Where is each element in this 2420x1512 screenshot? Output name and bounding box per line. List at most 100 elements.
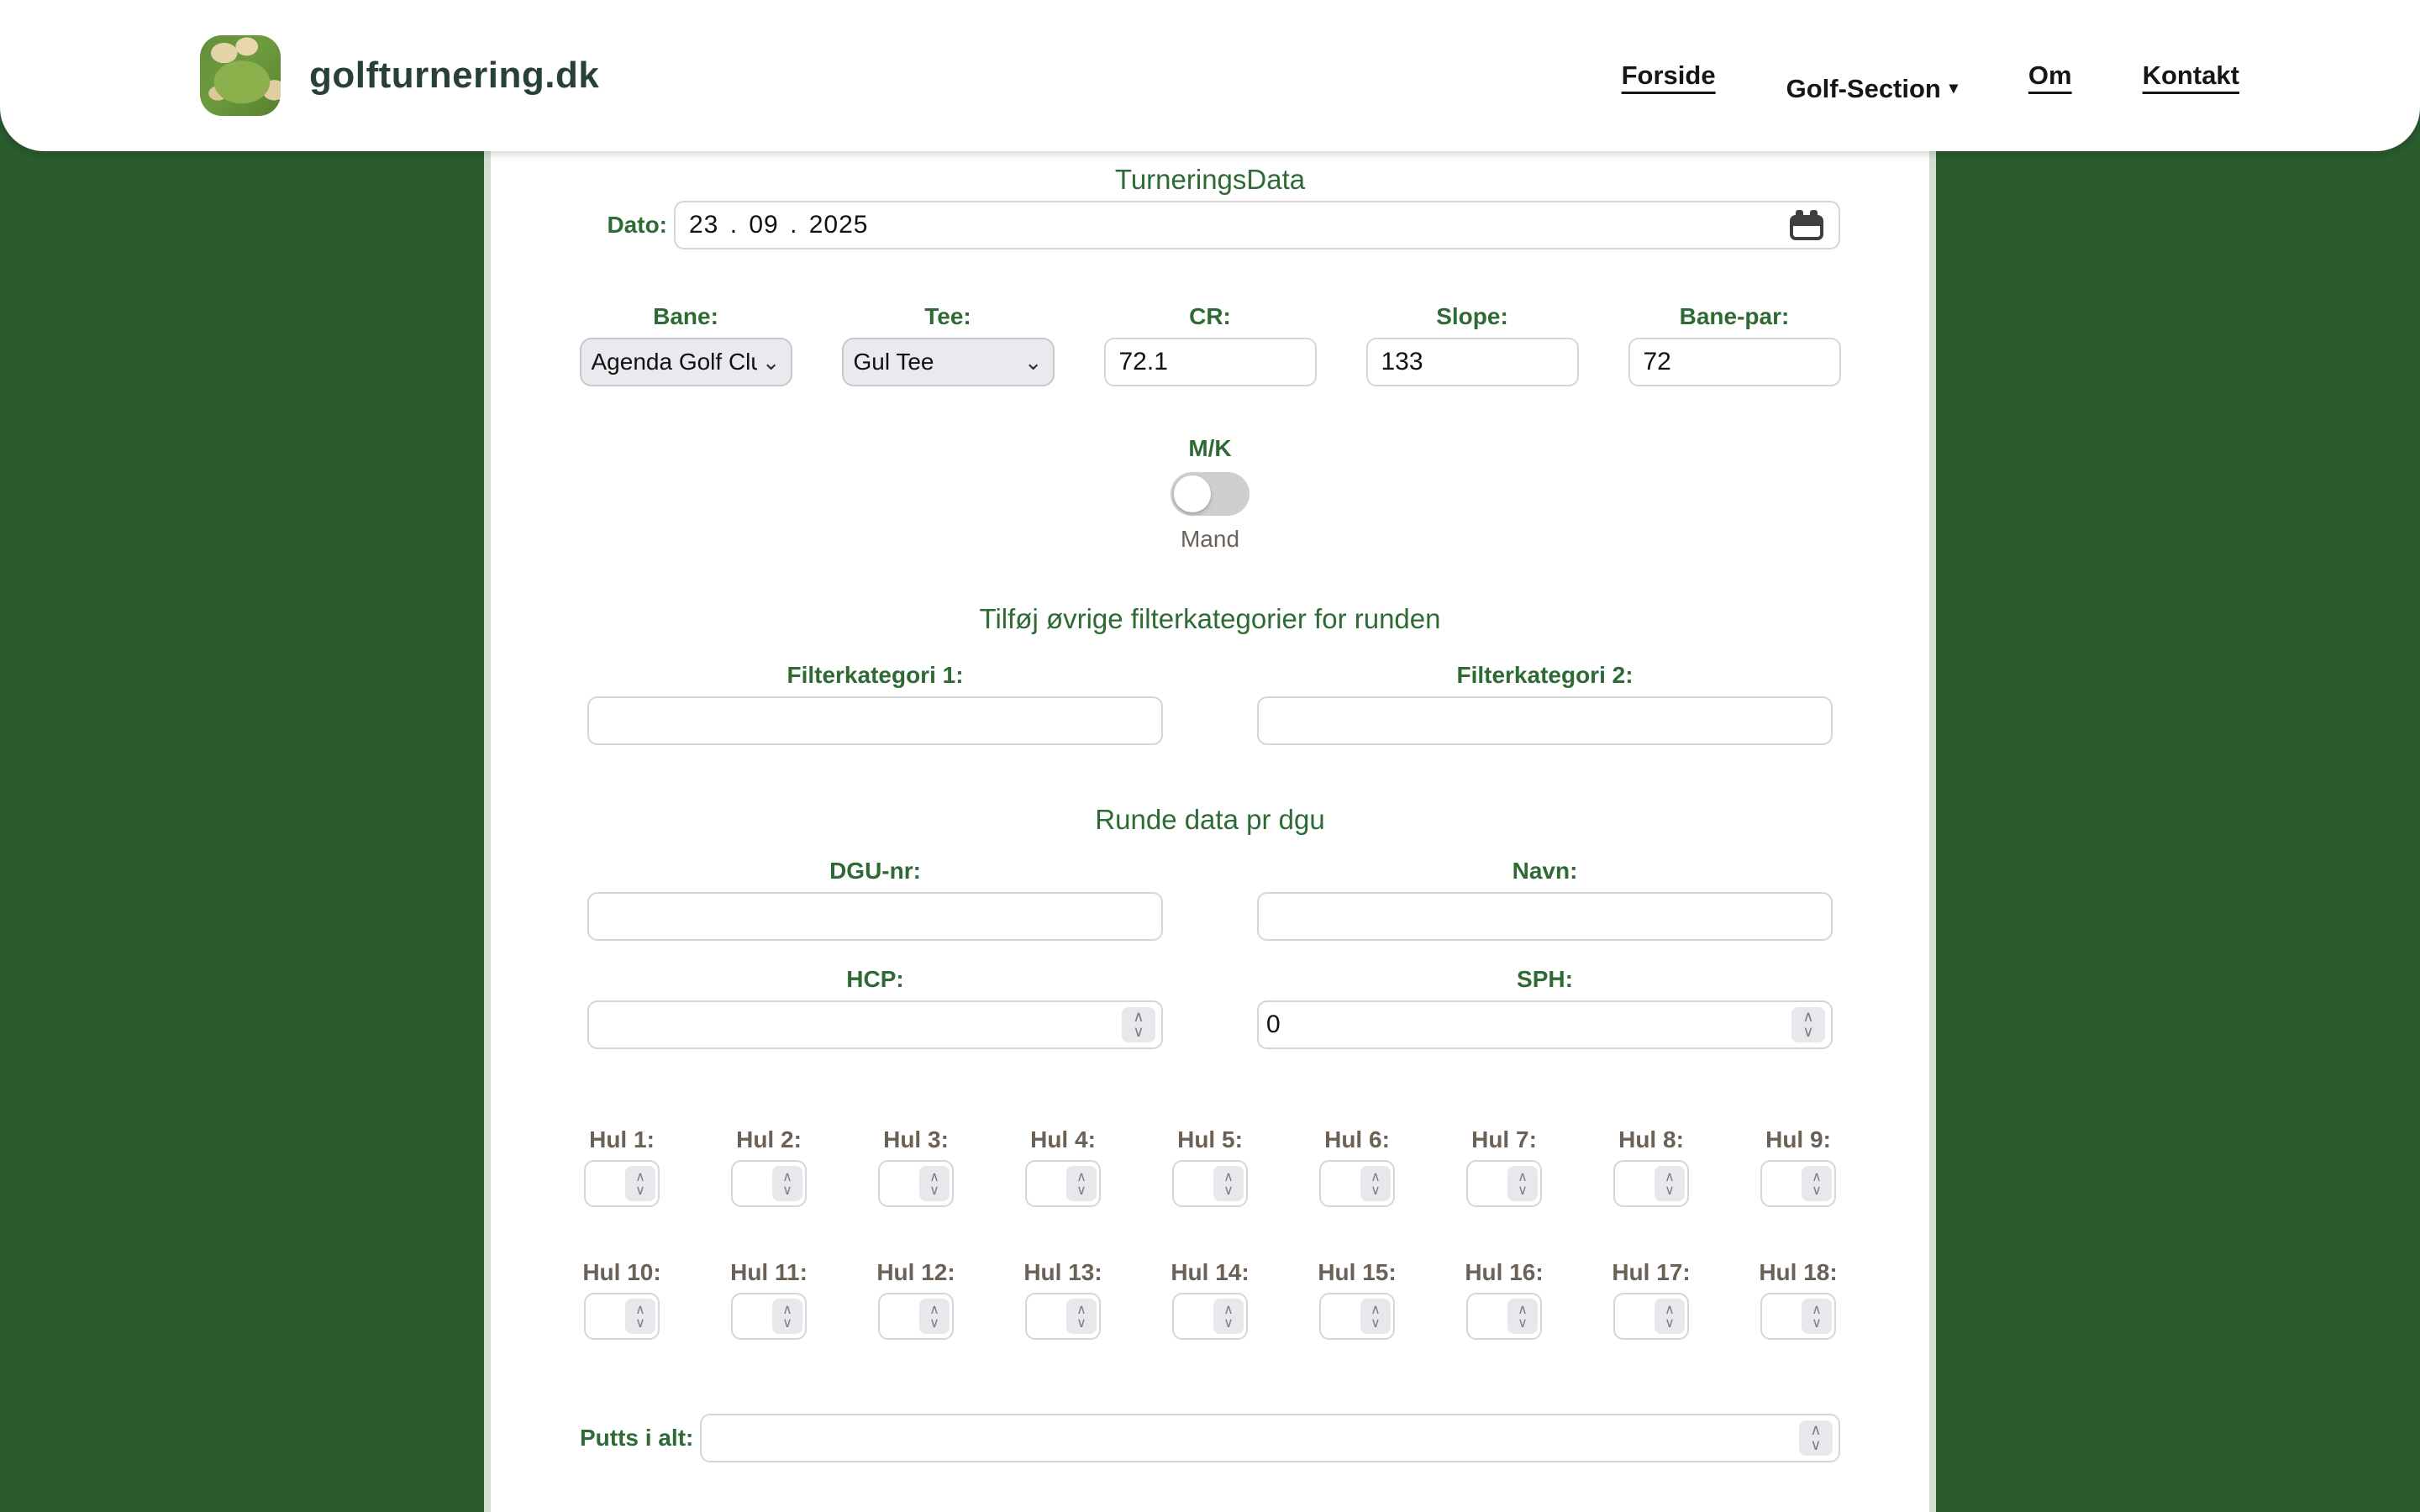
putts-label: Putts i alt: [580, 1425, 694, 1451]
filter1-label: Filterkategori 1: [786, 662, 964, 688]
filter-row: Filterkategori 1: Filterkategori 2: [580, 662, 1840, 745]
main-nav: Forside Golf-Section ▾ Om Kontakt [1622, 60, 2239, 103]
hul-11-label: Hul 11: [730, 1259, 808, 1285]
stepper-icon[interactable]: ∧ ∨ [772, 1299, 802, 1334]
dgu-label: DGU-nr: [829, 858, 921, 884]
filter1-input[interactable] [587, 696, 1163, 745]
hul-3-label: Hul 3: [883, 1126, 949, 1152]
hul-16-label: Hul 16: [1465, 1259, 1544, 1285]
stepper-icon[interactable]: ∧ ∨ [1213, 1299, 1244, 1334]
stepper-icon[interactable]: ∧ ∨ [1360, 1299, 1391, 1334]
bane-select[interactable]: Agenda Golf Club ⌄ [579, 338, 792, 386]
banepar-label: Bane-par: [1679, 303, 1790, 329]
hul-13-label: Hul 13: [1023, 1259, 1102, 1285]
stepper-icon[interactable]: ∧ ∨ [1360, 1166, 1391, 1201]
nav-om[interactable]: Om [2028, 60, 2072, 91]
stepper-icon[interactable]: ∧ ∨ [1655, 1299, 1685, 1334]
chevron-down-icon: ▾ [1949, 78, 1958, 97]
nav-kontakt[interactable]: Kontakt [2143, 60, 2239, 91]
hul-6-label: Hul 6: [1324, 1126, 1390, 1152]
stepper-icon[interactable]: ∧ ∨ [1791, 1007, 1825, 1042]
navn-input[interactable] [1257, 892, 1833, 941]
hul-1-label: Hul 1: [589, 1126, 655, 1152]
stepper-icon[interactable]: ∧ ∨ [1066, 1299, 1097, 1334]
stepper-icon[interactable]: ∧ ∨ [1802, 1299, 1832, 1334]
bane-select-value: Agenda Golf Club [591, 349, 757, 375]
course-data-row: Bane: Agenda Golf Club ⌄ Tee: Gul Tee ⌄ … [579, 303, 1841, 386]
stepper-icon[interactable]: ∧ ∨ [919, 1166, 950, 1201]
stepper-icon[interactable]: ∧ ∨ [1213, 1166, 1244, 1201]
slope-input[interactable] [1365, 338, 1579, 386]
stepper-icon[interactable]: ∧ ∨ [1802, 1166, 1832, 1201]
dgu-input[interactable] [587, 892, 1163, 941]
stepper-icon[interactable]: ∧ ∨ [772, 1166, 802, 1201]
cr-input[interactable] [1103, 338, 1317, 386]
sph-input[interactable] [1257, 1000, 1833, 1049]
putts-row: Putts i alt: ∧ ∨ [580, 1414, 1840, 1462]
mk-label: M/K [1188, 435, 1232, 461]
stepper-icon[interactable]: ∧ ∨ [1066, 1166, 1097, 1201]
navn-label: Navn: [1512, 858, 1578, 884]
stepper-down-icon[interactable]: ∨ [1802, 1024, 1813, 1040]
stepper-icon[interactable]: ∧ ∨ [625, 1166, 655, 1201]
stepper-icon[interactable]: ∧ ∨ [919, 1299, 950, 1334]
nav-golf-section-label: Golf-Section [1786, 74, 1941, 103]
hcp-input[interactable] [587, 1000, 1163, 1049]
tee-select-value: Gul Tee [853, 349, 934, 375]
toggle-knob [1174, 475, 1211, 512]
hcp-sph-row: HCP: ∧ ∨ SPH: ∧ ∨ [580, 966, 1840, 1049]
putts-input[interactable] [700, 1414, 1840, 1462]
select-chevron-icon: ⌄ [1023, 349, 1043, 375]
hul-2-label: Hul 2: [736, 1126, 802, 1152]
banepar-input[interactable] [1628, 338, 1841, 386]
turneringsdata-heading: TurneringsData [1114, 164, 1306, 195]
golf-course-logo-icon [200, 35, 281, 116]
holes-front-row: Hul 1: ∧ ∨ Hul 2: ∧ ∨ Hul 3: ∧ ∨ Hul 4: ∧ ∨ Hul … [580, 1126, 1840, 1207]
content-panel: TurneringsData Dato: Bane: Agenda Golf C… [484, 151, 1936, 1512]
dato-label: Dato: [607, 212, 667, 238]
hul-15-label: Hul 15: [1318, 1259, 1397, 1285]
runde-heading: Runde data pr dgu [1095, 804, 1325, 835]
stepper-icon[interactable]: ∧ ∨ [1122, 1007, 1155, 1042]
hul-4-label: Hul 4: [1030, 1126, 1096, 1152]
hul-18-label: Hul 18: [1759, 1259, 1838, 1285]
cr-label: CR: [1189, 303, 1231, 329]
hul-8-label: Hul 8: [1618, 1126, 1684, 1152]
hul-10-label: Hul 10: [582, 1259, 661, 1285]
app-header: golfturnering.dk Forside Golf-Section ▾ … [0, 0, 2420, 151]
brand[interactable]: golfturnering.dk [200, 35, 599, 116]
stepper-icon[interactable]: ∧ ∨ [1799, 1420, 1833, 1456]
stepper-icon[interactable]: ∧ ∨ [1655, 1166, 1685, 1201]
nav-forside[interactable]: Forside [1622, 60, 1716, 91]
calendar-icon[interactable] [1790, 210, 1823, 240]
hul-12-label: Hul 12: [876, 1259, 955, 1285]
tee-select[interactable]: Gul Tee ⌄ [841, 338, 1055, 386]
hul-14-label: Hul 14: [1171, 1259, 1249, 1285]
brand-name: golfturnering.dk [309, 55, 600, 96]
select-chevron-icon: ⌄ [761, 349, 781, 375]
stepper-down-icon[interactable]: ∨ [1133, 1024, 1144, 1040]
stepper-icon[interactable]: ∧ ∨ [1507, 1299, 1538, 1334]
page-body: TurneringsData Dato: Bane: Agenda Golf C… [0, 151, 2420, 1512]
player-row: DGU-nr: Navn: [580, 858, 1840, 941]
stepper-down-icon[interactable]: ∨ [1810, 1437, 1821, 1453]
hcp-label: HCP: [846, 966, 904, 992]
nav-golf-section-dropdown[interactable]: Golf-Section ▾ [1786, 74, 1958, 104]
bane-label: Bane: [653, 303, 718, 329]
sph-label: SPH: [1517, 966, 1573, 992]
hul-9-label: Hul 9: [1765, 1126, 1831, 1152]
stepper-icon[interactable]: ∧ ∨ [1507, 1166, 1538, 1201]
filter-heading: Tilføj øvrige filterkategorier for runde… [979, 603, 1441, 634]
tee-label: Tee: [924, 303, 971, 329]
holes-back-row: Hul 10: ∧ ∨ Hul 11: ∧ ∨ Hul 12: ∧ ∨ Hul 13: ∧ ∨ … [580, 1259, 1840, 1340]
hul-5-label: Hul 5: [1177, 1126, 1243, 1152]
filter2-input[interactable] [1257, 696, 1833, 745]
slope-label: Slope: [1436, 303, 1508, 329]
mk-state-label: Mand [1180, 526, 1240, 552]
dato-input[interactable] [674, 201, 1840, 249]
gender-toggle[interactable] [1171, 472, 1249, 516]
stepper-icon[interactable]: ∧ ∨ [625, 1299, 655, 1334]
hul-17-label: Hul 17: [1612, 1259, 1691, 1285]
filter2-label: Filterkategori 2: [1456, 662, 1634, 688]
dato-row: Dato: [580, 201, 1840, 249]
